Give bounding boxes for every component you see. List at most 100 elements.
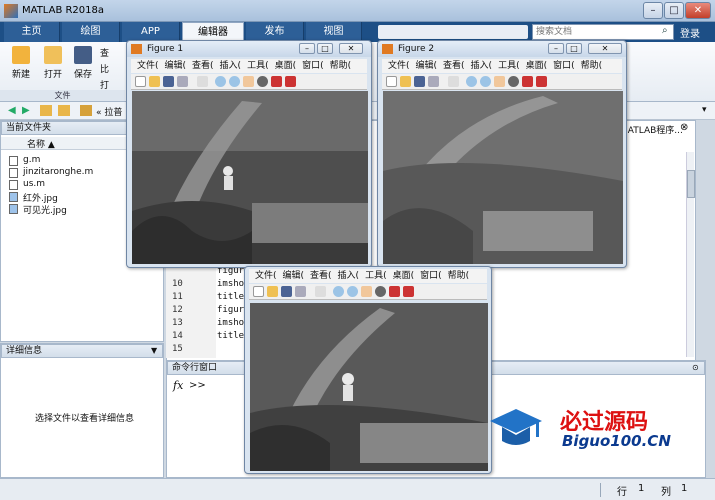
rotate-3d-icon[interactable] [375, 286, 386, 297]
figure1-close-button[interactable]: ✕ [339, 43, 363, 54]
zoom-out-icon[interactable] [229, 76, 240, 87]
data-cursor-icon[interactable] [522, 76, 533, 87]
pointer-icon[interactable] [448, 76, 459, 87]
menu-view[interactable]: 查看( [192, 61, 214, 71]
menu-window[interactable]: 窗口( [553, 61, 575, 71]
menu-help[interactable]: 帮助( [330, 61, 352, 71]
forward-arrow-icon[interactable]: ▶ [22, 105, 30, 116]
search-icon[interactable]: ⌕ [662, 25, 674, 39]
data-cursor-icon[interactable] [389, 286, 400, 297]
menu-file[interactable]: 文件( [388, 61, 410, 71]
menu-desktop[interactable]: 桌面( [275, 61, 297, 71]
open-button[interactable]: 打开 [40, 46, 66, 80]
figure2-maximize-button[interactable]: □ [566, 43, 582, 54]
close-button[interactable]: ✕ [685, 2, 711, 19]
brush-icon[interactable] [536, 76, 547, 87]
menu-insert[interactable]: 插入( [471, 61, 493, 71]
menu-help[interactable]: 帮助( [581, 61, 603, 71]
tab-home[interactable]: 主页 [4, 22, 60, 42]
zoom-in-icon[interactable] [215, 76, 226, 87]
menu-edit[interactable]: 编辑( [283, 271, 305, 281]
menu-window[interactable]: 窗口( [420, 271, 442, 281]
details-collapse-icon[interactable]: ▼ [151, 346, 157, 355]
figure3-window[interactable]: 文件( 编辑( 查看( 插入( 工具( 桌面( 窗口( 帮助( [244, 266, 492, 474]
menu-tools[interactable]: 工具( [247, 61, 269, 71]
scrollbar-thumb[interactable] [687, 170, 695, 198]
menu-desktop[interactable]: 桌面( [393, 271, 415, 281]
zoom-in-icon[interactable] [466, 76, 477, 87]
new-figure-icon[interactable] [386, 76, 397, 87]
tab-view[interactable]: 视图 [306, 22, 362, 42]
zoom-in-icon[interactable] [333, 286, 344, 297]
brush-icon[interactable] [285, 76, 296, 87]
tab-apps[interactable]: APP [122, 22, 180, 42]
save-button[interactable]: 保存 [70, 46, 96, 80]
new-figure-icon[interactable] [253, 286, 264, 297]
minimize-button[interactable]: – [643, 2, 663, 19]
menu-edit[interactable]: 编辑( [165, 61, 187, 71]
new-button[interactable]: 新建 [8, 46, 34, 80]
new-figure-icon[interactable] [135, 76, 146, 87]
address-path[interactable]: « 拉普 [96, 105, 122, 118]
zoom-out-icon[interactable] [480, 76, 491, 87]
editor-close-icon[interactable]: ⊗ [680, 122, 688, 133]
open-file-icon[interactable] [149, 76, 160, 87]
file-item[interactable]: 可见光.jpg [9, 203, 67, 216]
figure2-close-button[interactable]: ✕ [588, 43, 622, 54]
menu-edit[interactable]: 编辑( [416, 61, 438, 71]
compare-button[interactable]: 比 [100, 62, 109, 75]
back-arrow-icon[interactable]: ◀ [8, 105, 16, 116]
menu-tools[interactable]: 工具( [498, 61, 520, 71]
print-figure-icon[interactable] [177, 76, 188, 87]
editor-scrollbar[interactable] [686, 152, 695, 357]
rotate-3d-icon[interactable] [257, 76, 268, 87]
pointer-icon[interactable] [315, 286, 326, 297]
command-window-menu-icon[interactable]: ⊙ [692, 363, 699, 372]
data-cursor-icon[interactable] [271, 76, 282, 87]
rotate-3d-icon[interactable] [508, 76, 519, 87]
find-files-button[interactable]: 查 [100, 46, 109, 59]
pointer-icon[interactable] [197, 76, 208, 87]
figure1-window[interactable]: Figure 1 – □ ✕ 文件(编辑(查看(插入(工具(桌面(窗口(帮助( [126, 40, 372, 268]
up-folder-icon[interactable] [40, 105, 52, 116]
figure2-window[interactable]: Figure 2 – □ ✕ 文件(编辑(查看(插入(工具(桌面(窗口(帮助( [377, 40, 627, 268]
brush-icon[interactable] [403, 286, 414, 297]
tab-editor[interactable]: 编辑器 [182, 22, 244, 42]
address-dropdown-icon[interactable]: ▾ [702, 105, 707, 115]
search-documentation-input[interactable] [532, 24, 674, 40]
menu-file[interactable]: 文件( [137, 61, 159, 71]
figure1-maximize-button[interactable]: □ [317, 43, 333, 54]
tab-plots[interactable]: 绘图 [62, 22, 120, 42]
print-figure-icon[interactable] [295, 286, 306, 297]
pan-hand-icon[interactable] [243, 76, 254, 87]
file-item[interactable]: jinzitaronghe.m [9, 167, 93, 178]
pan-hand-icon[interactable] [494, 76, 505, 87]
file-item[interactable]: us.m [9, 179, 45, 190]
quick-access-toolbar[interactable] [378, 25, 528, 39]
menu-desktop[interactable]: 桌面( [526, 61, 548, 71]
print-figure-icon[interactable] [428, 76, 439, 87]
menu-insert[interactable]: 插入( [220, 61, 242, 71]
pan-hand-icon[interactable] [361, 286, 372, 297]
maximize-button[interactable]: □ [664, 2, 684, 19]
figure2-minimize-button[interactable]: – [548, 43, 564, 54]
function-browser-icon[interactable]: fx [173, 379, 183, 392]
save-figure-icon[interactable] [414, 76, 425, 87]
browse-folder-icon[interactable] [58, 105, 70, 116]
zoom-out-icon[interactable] [347, 286, 358, 297]
open-file-icon[interactable] [400, 76, 411, 87]
figure1-minimize-button[interactable]: – [299, 43, 315, 54]
tab-publish[interactable]: 发布 [246, 22, 304, 42]
save-figure-icon[interactable] [281, 286, 292, 297]
menu-window[interactable]: 窗口( [302, 61, 324, 71]
menu-view[interactable]: 查看( [310, 271, 332, 281]
file-item[interactable]: g.m [9, 155, 40, 166]
save-figure-icon[interactable] [163, 76, 174, 87]
menu-view[interactable]: 查看( [443, 61, 465, 71]
open-file-icon[interactable] [267, 286, 278, 297]
menu-help[interactable]: 帮助( [448, 271, 470, 281]
menu-tools[interactable]: 工具( [365, 271, 387, 281]
menu-insert[interactable]: 插入( [338, 271, 360, 281]
login-button[interactable]: 登录 [680, 25, 700, 40]
menu-file[interactable]: 文件( [255, 271, 277, 281]
